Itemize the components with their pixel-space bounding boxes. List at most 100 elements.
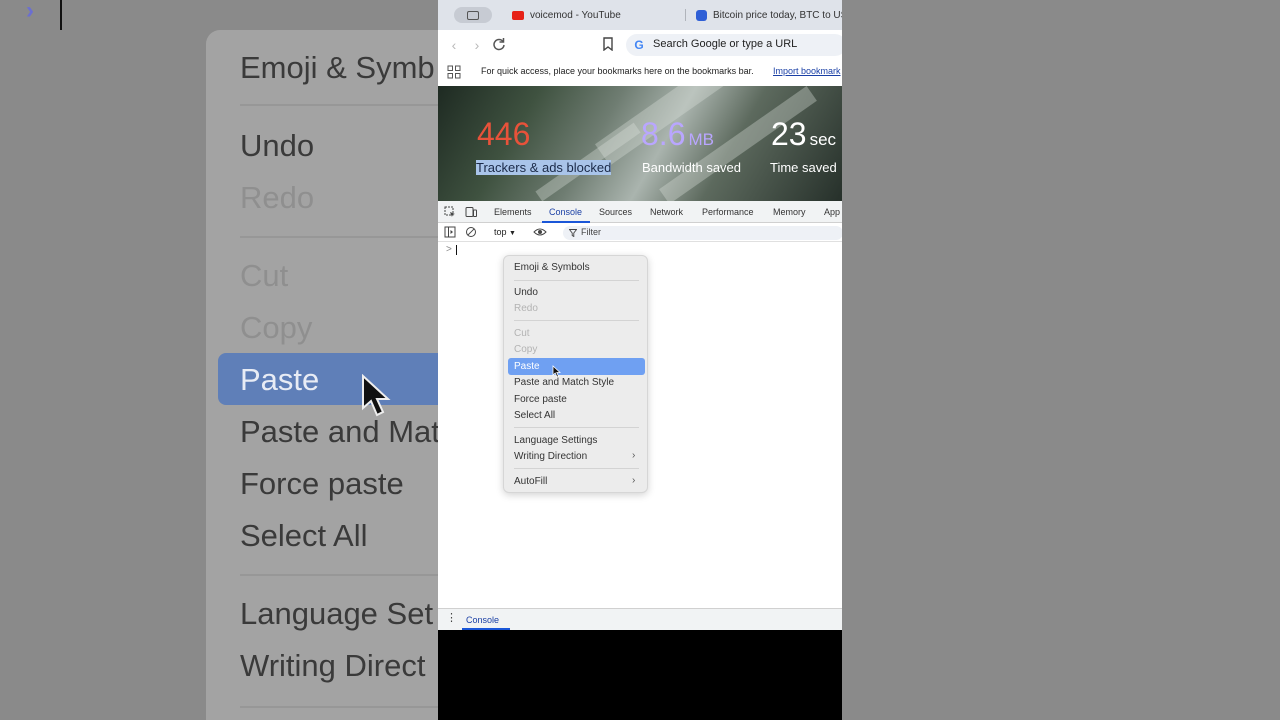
tab-elements[interactable]: Elements — [494, 207, 532, 217]
eye-icon[interactable] — [533, 227, 547, 237]
zoomed-menu-item: Cut — [240, 258, 289, 293]
zoomed-menu-item: Force paste — [240, 466, 404, 501]
zoomed-menu-item: Writing Direct — [240, 648, 426, 683]
menu-item-redo[interactable]: Redo — [514, 303, 538, 314]
menu-item-paste[interactable]: Paste — [514, 361, 540, 372]
tab-title: voicemod - YouTube — [530, 9, 621, 21]
trackers-label: Trackers & ads blocked — [476, 160, 612, 175]
zoomed-separator — [240, 706, 438, 708]
zoomed-menu-item: Redo — [240, 180, 315, 215]
menu-item-copy[interactable]: Copy — [514, 344, 537, 355]
tab-network[interactable]: Network — [650, 207, 683, 217]
zoomed-separator — [240, 104, 438, 106]
tab-search-icon — [467, 11, 479, 20]
time-label: Time saved — [770, 160, 837, 175]
new-tab-stats-banner: 446 Trackers & ads blocked 8.6 MB Bandwid… — [438, 86, 842, 201]
menu-separator — [514, 427, 639, 428]
bookmark-icon — [603, 37, 613, 52]
tab-title: Bitcoin price today, BTC to US — [713, 9, 842, 21]
tab-performance[interactable]: Performance — [702, 207, 754, 217]
zoomed-cursor-icon — [362, 374, 391, 417]
stat-unit: sec — [809, 130, 837, 149]
youtube-icon — [512, 10, 524, 20]
context-selector[interactable]: top ▼ — [494, 227, 516, 237]
browser-toolbar: ‹ › G Search Google or type a URL — [438, 30, 842, 60]
zoomed-context-menu: Emoji & Symb Undo Redo Cut Copy Paste Pa… — [206, 30, 438, 720]
chevron-right-icon: › — [632, 450, 636, 461]
menu-item-force-paste[interactable]: Force paste — [514, 394, 567, 405]
menu-item-paste-match-style[interactable]: Paste and Match Style — [514, 377, 614, 388]
zoomed-caret — [60, 0, 62, 30]
address-placeholder: Search Google or type a URL — [653, 38, 798, 50]
screen: › Emoji & Symb Undo Redo Cut Copy Paste … — [0, 0, 1280, 720]
clear-console-icon[interactable] — [465, 226, 477, 238]
zoomed-menu-item: Emoji & Symb — [240, 50, 435, 85]
filter-icon — [569, 229, 577, 237]
bookmark-button[interactable] — [600, 37, 616, 53]
zoomed-menu-item: Language Set — [240, 596, 434, 631]
address-bar[interactable]: G Search Google or type a URL — [626, 34, 842, 56]
trackers-count: 446 — [477, 116, 530, 153]
zoomed-menu-item: Paste — [240, 362, 320, 397]
menu-item-autofill[interactable]: AutoFill — [514, 476, 547, 487]
tab-youtube[interactable]: voicemod - YouTube — [512, 7, 621, 23]
device-toolbar-icon[interactable] — [465, 206, 477, 218]
reload-icon — [493, 38, 505, 51]
devtools-tabbar: Elements Console Sources Network Perform… — [438, 201, 842, 223]
menu-separator — [514, 280, 639, 281]
menu-item-emoji[interactable]: Emoji & Symbols — [514, 262, 590, 273]
stat-value: 446 — [477, 116, 531, 152]
tab-bitcoin[interactable]: Bitcoin price today, BTC to US — [696, 7, 842, 23]
stat-label: Trackers & ads blocked — [476, 160, 612, 175]
time-count: 23 sec — [771, 116, 836, 153]
tab-strip: voicemod - YouTube Bitcoin price today, … — [438, 0, 842, 30]
menu-item-cut[interactable]: Cut — [514, 328, 530, 339]
console-filter-input[interactable]: Filter — [563, 226, 842, 240]
inspect-element-icon[interactable] — [444, 206, 456, 218]
tab-memory[interactable]: Memory — [773, 207, 806, 217]
zoomed-menu-item: Paste and Mat — [240, 414, 438, 449]
tab-application[interactable]: App — [824, 207, 840, 217]
coinmarketcap-icon — [696, 9, 707, 21]
bookmarks-hint: For quick access, place your bookmarks h… — [481, 66, 754, 76]
apps-grid-icon[interactable] — [447, 65, 461, 79]
forward-button[interactable]: › — [469, 37, 485, 53]
console-toolbar: top ▼ Filter — [438, 223, 842, 242]
sidebar-toggle-icon[interactable] — [444, 226, 456, 238]
tab-console[interactable]: Console — [549, 207, 582, 217]
zoomed-background: › Emoji & Symb Undo Redo Cut Copy Paste … — [0, 0, 438, 720]
bookmarks-bar: For quick access, place your bookmarks h… — [438, 60, 842, 86]
context-value: top — [494, 227, 507, 237]
kebab-menu-icon[interactable]: ⋮ — [446, 613, 457, 624]
google-icon: G — [634, 38, 644, 52]
import-bookmarks-link[interactable]: Import bookmark — [773, 66, 841, 76]
zoomed-separator — [240, 574, 438, 576]
menu-item-undo[interactable]: Undo — [514, 287, 538, 298]
zoomed-separator — [240, 236, 438, 238]
text-caret — [456, 245, 457, 255]
right-backdrop — [842, 0, 1280, 720]
back-button[interactable]: ‹ — [446, 37, 462, 53]
tab-sources[interactable]: Sources — [599, 207, 632, 217]
drawer-tab-console[interactable]: Console — [466, 615, 499, 625]
mouse-cursor-icon — [552, 365, 561, 378]
bandwidth-count: 8.6 MB — [641, 116, 714, 153]
devtools-drawer: ⋮ Console — [438, 608, 842, 630]
console-prompt-icon: > — [446, 244, 452, 255]
drawer-tab-indicator — [462, 628, 510, 630]
bandwidth-label: Bandwidth saved — [642, 160, 742, 175]
tab-search-button[interactable] — [454, 7, 492, 23]
menu-item-select-all[interactable]: Select All — [514, 410, 555, 421]
browser-window: voicemod - YouTube Bitcoin price today, … — [438, 0, 842, 720]
stat-value: 8.6 — [641, 116, 686, 152]
menu-item-writing-direction[interactable]: Writing Direction — [514, 451, 587, 462]
chevron-down-icon: ▼ — [509, 230, 516, 237]
menu-item-language-settings[interactable]: Language Settings — [514, 435, 597, 446]
tab-separator — [685, 9, 686, 21]
reload-button[interactable] — [491, 37, 507, 53]
stat-value: 23 — [771, 116, 807, 152]
menu-separator — [514, 468, 639, 469]
chevron-right-icon: › — [632, 475, 636, 486]
zoomed-menu-item: Select All — [240, 518, 368, 553]
stat-unit: MB — [688, 130, 714, 149]
